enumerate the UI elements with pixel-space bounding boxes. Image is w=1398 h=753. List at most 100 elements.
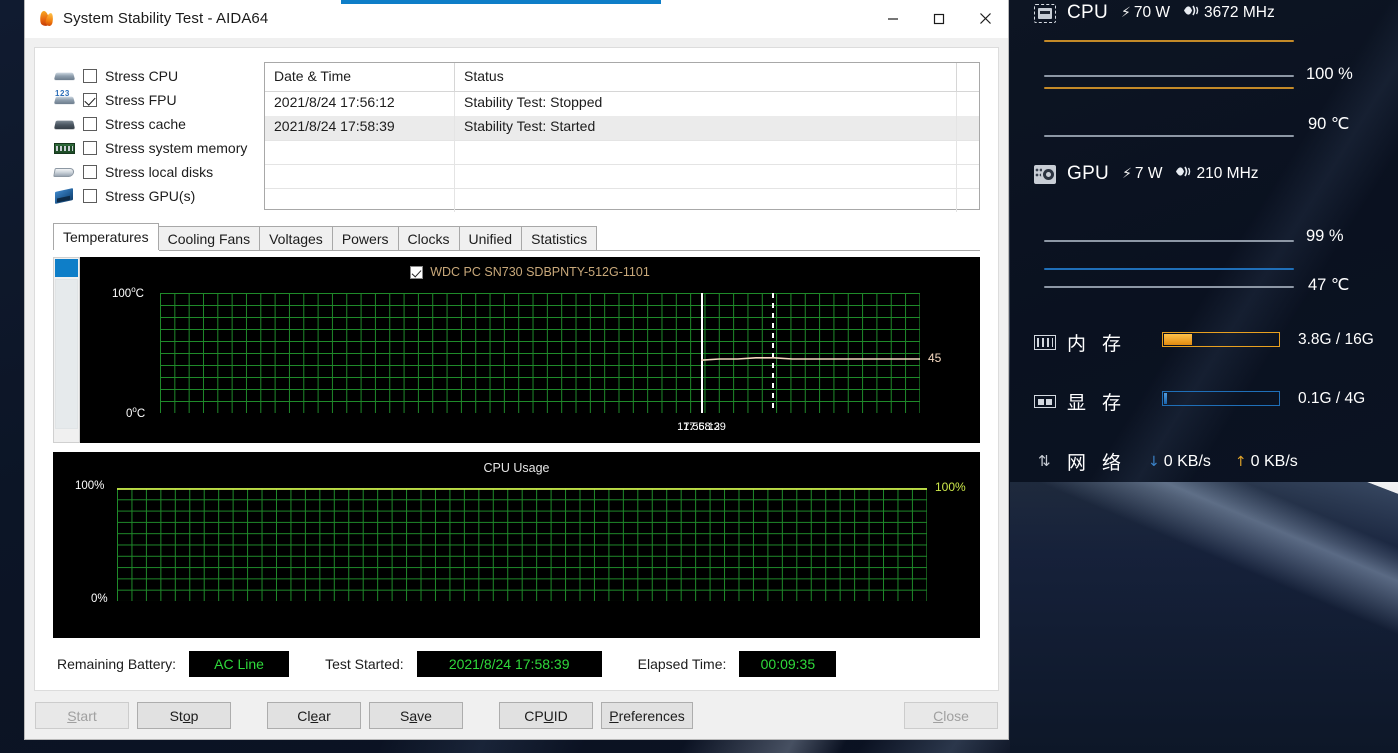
desktop-wallpaper-diagonal <box>1040 480 1398 753</box>
aida64-stability-test-window: System Stability Test - AIDA64 Stress CP… <box>24 0 1009 740</box>
top-area: Stress CPU 123 Stress FPU Stress cache S… <box>53 62 980 212</box>
column-header-datetime: Date & Time <box>265 63 455 91</box>
sensor-group-cpu: CPU ⚡ 70 W 3672 MHz 100 % 90 ℃ <box>1010 2 1398 137</box>
minimize-button[interactable] <box>870 0 916 38</box>
stress-cpu-checkbox[interactable] <box>83 69 97 83</box>
table-row[interactable]: 2021/8/24 17:58:39 Stability Test: Start… <box>265 116 979 140</box>
vram-value: 0.1G / 4G <box>1298 390 1366 407</box>
tab-cooling-fans[interactable]: Cooling Fans <box>157 226 261 250</box>
cpu-clock: 3672 MHz <box>1183 4 1275 22</box>
stress-cache-checkbox[interactable] <box>83 117 97 131</box>
tab-unified[interactable]: Unified <box>458 226 523 250</box>
cpu-usage-plot-region <box>117 488 927 601</box>
network-header: ⇅ 网 络 ↓ 0 KB/s ↑ 0 KB/s <box>1010 448 1398 475</box>
stress-local-disks-label: Stress local disks <box>105 164 214 180</box>
legend-checkbox[interactable] <box>410 265 424 279</box>
log-datetime: 2021/8/24 17:58:39 <box>265 116 455 140</box>
cpu-usage-title: CPU Usage <box>483 461 550 475</box>
stop-button[interactable]: St o p <box>137 702 231 729</box>
network-upload: ↑ 0 KB/s <box>1234 452 1298 470</box>
window-titlebar[interactable]: System Stability Test - AIDA64 <box>25 0 1008 38</box>
status-row: Remaining Battery: AC Line Test Started:… <box>53 638 980 690</box>
network-download: ↓ 0 KB/s <box>1148 452 1211 470</box>
log-status: Stability Test: Stopped <box>455 92 957 116</box>
stress-system-memory-label: Stress system memory <box>105 140 248 156</box>
hdd-temperature-series <box>701 357 920 361</box>
tab-voltages[interactable]: Voltages <box>259 226 333 250</box>
stress-option-local-disks[interactable]: Stress local disks <box>53 160 255 184</box>
gpu-power: ⚡ 7 W <box>1122 165 1163 182</box>
network-label: 网 络 <box>1067 452 1127 474</box>
gpu-sparkline-temp <box>1044 286 1294 288</box>
sensor-group-memory: 内 存 3.8G / 16G <box>1010 329 1398 356</box>
elapsed-time-label: Elapsed Time: <box>637 656 727 672</box>
column-header-status: Status <box>455 63 957 91</box>
clear-button[interactable]: Cl e ar <box>267 702 361 729</box>
tab-powers[interactable]: Powers <box>331 226 399 250</box>
temperatures-legend[interactable]: WDC PC SN730 SDBPNTY-512G-1101 <box>80 265 980 279</box>
stress-option-system-memory[interactable]: Stress system memory <box>53 136 255 160</box>
cpu-chip-icon <box>53 66 77 86</box>
tab-statistics[interactable]: Statistics <box>521 226 598 250</box>
temp-y-axis-top-label: 100oC <box>112 285 144 300</box>
content-panel: Stress CPU 123 Stress FPU Stress cache S… <box>34 47 999 691</box>
stress-option-gpus[interactable]: Stress GPU(s) <box>53 184 255 208</box>
tab-clocks[interactable]: Clocks <box>397 226 460 250</box>
start-button[interactable]: Start <box>35 702 129 729</box>
elapsed-time-value: 00:09:35 <box>739 651 837 677</box>
table-row-empty <box>265 188 979 212</box>
stress-gpus-checkbox[interactable] <box>83 189 97 203</box>
scrollbar-track[interactable] <box>55 279 78 429</box>
save-button[interactable]: Sa ve <box>369 702 463 729</box>
table-row[interactable]: 2021/8/24 17:56:12 Stability Test: Stopp… <box>265 92 979 116</box>
gpu-header: GPU ⚡ 7 W 210 MHz <box>1010 163 1398 185</box>
preferences-button[interactable]: Preferences <box>601 702 693 729</box>
battery-label: Remaining Battery: <box>57 656 177 672</box>
stress-option-cpu[interactable]: Stress CPU <box>53 64 255 88</box>
temperatures-chart: WDC PC SN730 SDBPNTY-512G-1101 100oC 0oC… <box>80 257 980 443</box>
memory-usage-bar <box>1162 332 1280 347</box>
stress-system-memory-checkbox[interactable] <box>83 141 97 155</box>
gpu-sparkline-usage <box>1044 240 1294 242</box>
button-bar: Start St o p Cl e ar Sa ve CP U ID Preferences … <box>25 691 1008 739</box>
maximize-button[interactable] <box>916 0 962 38</box>
graphics-card-icon <box>53 186 77 206</box>
tab-temperatures[interactable]: Temperatures <box>53 223 159 250</box>
memory-stick-icon <box>1032 332 1058 353</box>
stress-fpu-checkbox[interactable] <box>83 93 97 107</box>
sensor-group-gpu: GPU ⚡ 7 W 210 MHz 99 % 47 ℃ <box>1010 163 1398 294</box>
temperatures-chart-panel: WDC PC SN730 SDBPNTY-512G-1101 100oC 0oC… <box>53 257 980 443</box>
log-datetime: 2021/8/24 17:56:12 <box>265 92 455 116</box>
start-rest: tart <box>76 707 97 724</box>
cpu-usage-current-value: 100% <box>935 480 966 494</box>
close-button-bottom[interactable]: Close <box>904 702 998 729</box>
stress-options-list: Stress CPU 123 Stress FPU Stress cache S… <box>53 62 255 210</box>
cpu-chip-icon <box>1032 3 1058 24</box>
cpuid-button[interactable]: CP U ID <box>499 702 593 729</box>
scrollbar-thumb[interactable] <box>55 259 78 277</box>
window-client-area: Stress CPU 123 Stress FPU Stress cache S… <box>25 38 1008 691</box>
memory-value: 3.8G / 16G <box>1298 331 1374 348</box>
temperatures-plot-region <box>160 293 920 413</box>
gpu-label: GPU <box>1067 163 1110 184</box>
close-button[interactable] <box>962 0 1008 38</box>
stress-option-cache[interactable]: Stress cache <box>53 112 255 136</box>
cpu-temp-readout: 90 ℃ <box>1308 115 1350 133</box>
legend-label: WDC PC SN730 SDBPNTY-512G-1101 <box>430 265 650 279</box>
stress-option-fpu[interactable]: 123 Stress FPU <box>53 88 255 112</box>
gpu-sparkline-clock <box>1044 268 1294 270</box>
temperatures-scrollbar[interactable] <box>53 257 80 443</box>
stress-local-disks-checkbox[interactable] <box>83 165 97 179</box>
test-started-value: 2021/8/24 17:58:39 <box>416 651 602 677</box>
cpu-y-axis-top-label: 100% <box>75 480 105 492</box>
status-log-table[interactable]: Date & Time Status 2021/8/24 17:56:12 St… <box>264 62 980 212</box>
cpu-usage-chart: CPU Usage 100% 0% 100% <box>53 452 980 638</box>
download-arrow-icon: ↓ <box>1148 453 1160 470</box>
column-header-spacer <box>957 63 979 91</box>
wave-icon <box>1175 165 1192 183</box>
stress-cache-label: Stress cache <box>105 116 186 132</box>
gpu-chip-icon <box>1032 164 1058 185</box>
stress-fpu-label: Stress FPU <box>105 92 177 108</box>
test-started-label: Test Started: <box>325 656 404 672</box>
flame-icon <box>37 10 55 27</box>
